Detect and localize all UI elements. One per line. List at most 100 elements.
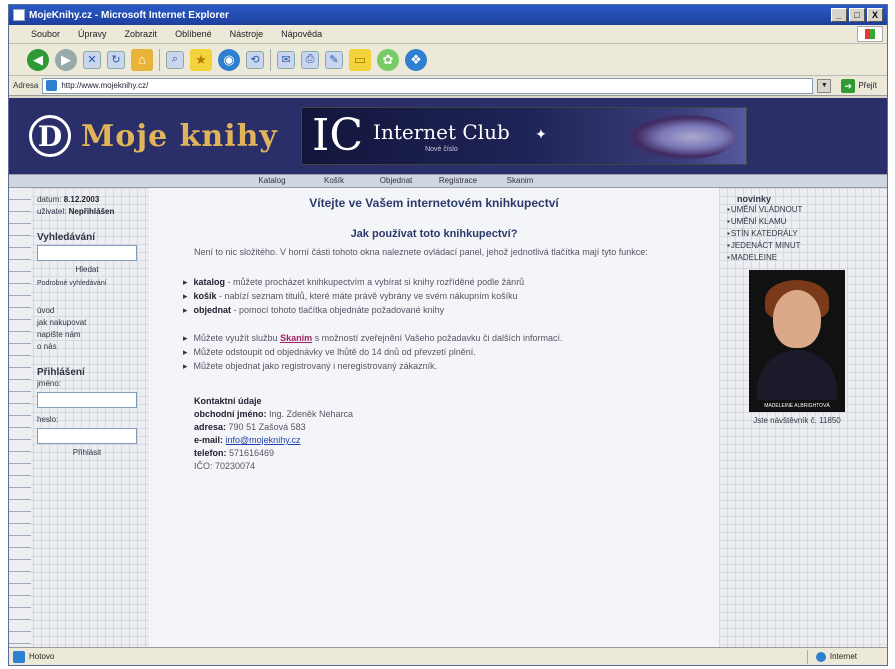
link-uvod[interactable]: úvod [37,305,145,317]
sidebar-stripe [9,188,31,647]
login-password-label: heslo: [37,415,59,424]
login-heading: Přihlášení [37,367,85,378]
company-label: obchodní jméno: [194,409,267,419]
ad-subtitle: Nové číslo [425,145,458,153]
book-link[interactable]: MADELEINE [727,252,883,264]
messenger-icon[interactable]: ✿ [377,48,399,71]
site-banner: D Moje knihy IC Internet Club Nové číslo… [9,98,887,174]
menu-edit[interactable]: Úpravy [78,29,107,39]
email-label: e-mail: [194,435,224,445]
edit-icon[interactable]: ✎ [325,50,343,69]
go-button[interactable]: ➔ Přejít [835,78,883,93]
intro-text: Není to nic složitého. V horní části toh… [194,247,648,257]
function-key: objednat [193,305,232,315]
zone-label: Internet [829,652,857,661]
info-list: Můžete využít službu Skanim s možností z… [183,331,719,373]
address-bar: Adresa http://www.mojeknihy.cz/ ▼ ➔ Přej… [9,76,887,96]
book-link[interactable]: UMĚNÍ KLAMU [727,216,883,228]
user-label: uživatel: [37,207,67,216]
search-icon[interactable]: ⌕ [166,50,184,69]
maximize-button[interactable]: □ [849,8,865,22]
address-label: Adresa [13,81,39,90]
visitor-counter: Jste návštěvník č. 11850 [753,416,841,425]
folder-icon[interactable]: ▭ [349,48,371,71]
book-link[interactable]: STÍN KATEDRÁLY [727,228,883,240]
list-item: Můžete odstoupit od objednávky ve lhůtě … [183,345,719,359]
nav-skanim[interactable]: Skanim [489,175,551,187]
news-heading: novinky [737,194,772,204]
portrait-face [773,290,821,348]
sparkle-icon: ✦ [535,126,547,142]
link-napiste-nam[interactable]: napište nám [37,329,145,341]
ie-app-icon [13,9,25,21]
history-icon[interactable]: ⟲ [246,50,264,69]
login-password-input[interactable] [37,428,137,444]
refresh-icon[interactable]: ↻ [107,50,125,69]
close-button[interactable]: X [867,8,883,22]
site-logo-icon[interactable]: D [29,115,71,157]
minimize-button[interactable]: _ [831,8,847,22]
function-list: katalog - můžete procházet knihkupectvím… [183,275,719,317]
mail-icon[interactable]: ✉ [277,50,295,69]
media-icon[interactable]: ◉ [218,48,240,71]
menu-favorites[interactable]: Oblíbené [175,29,212,39]
ico-value: 70230074 [215,461,256,471]
forward-icon[interactable]: ▶ [55,48,77,71]
go-arrow-icon: ➔ [841,78,856,93]
ad-title: Internet Club [373,119,510,144]
portrait-body [757,350,837,400]
back-icon[interactable]: ◀ [27,48,49,71]
user-value: Nepřihlášen [68,207,115,216]
book-link[interactable]: UMĚNÍ VLÁDNOUT [727,204,883,216]
menu-tools[interactable]: Nástroje [230,29,264,39]
favorites-icon[interactable]: ★ [190,48,212,71]
browser-window: MojeKnihy.cz - Microsoft Internet Explor… [8,4,888,666]
status-text: Hotovo [29,652,55,661]
nav-katalog[interactable]: Katalog [241,175,303,187]
menu-help[interactable]: Nápověda [281,29,322,39]
security-zone: Internet [806,649,887,664]
list-item: objednat - pomocí tohoto tlačítka objedn… [183,303,719,317]
login-button[interactable]: Přihlásit [37,448,137,457]
menu-file[interactable]: Soubor [31,29,60,39]
research-icon[interactable]: ❖ [405,48,427,71]
nav-objednat[interactable]: Objednat [365,175,427,187]
status-page-icon [13,650,25,663]
book-cover-image[interactable]: MADELEINE ALBRIGHTOVÁ [749,270,845,412]
search-input[interactable] [37,245,137,261]
main-content: Vítejte ve Vašem internetovém knihkupect… [149,188,719,647]
stop-icon[interactable]: ✕ [83,50,101,69]
login-name-input[interactable] [37,392,137,408]
nav-kosik[interactable]: Košík [303,175,365,187]
address-dropdown-icon[interactable]: ▼ [817,78,832,93]
link-o-nas[interactable]: o nás [37,341,145,353]
address-input[interactable]: http://www.mojeknihy.cz/ [42,77,814,94]
email-link[interactable]: info@mojeknihy.cz [226,435,301,445]
function-key: košík [193,291,217,301]
date-value: 8.12.2003 [63,195,100,204]
ad-globe-art [626,114,736,160]
advanced-search-link[interactable]: Podrobné vyhledávání [37,280,145,287]
search-button[interactable]: Hledat [37,265,137,274]
skanim-link[interactable]: Skanim [280,333,312,343]
book-link[interactable]: JEDENÁCT MINUT [727,240,883,252]
print-icon[interactable]: ⎙ [301,50,319,69]
login-name-label: jméno: [37,379,62,388]
internet-club-ad[interactable]: IC Internet Club Nové číslo ✦ [301,107,747,165]
nav-registrace[interactable]: Registrace [427,175,489,187]
address-label: adresa: [194,422,227,432]
link-jak-nakupovat[interactable]: jak nakupovat [37,317,145,329]
info-text: Můžete využít službu [193,333,281,343]
function-text: - můžete procházet knihkupectvím a vybír… [225,277,525,287]
address-url: http://www.mojeknihy.cz/ [61,81,149,90]
list-item: Můžete využít službu Skanim s možností z… [183,331,719,345]
date-label: datum: [37,195,62,204]
go-label: Přejít [858,81,877,90]
menu-view[interactable]: Zobrazit [125,29,158,39]
list-item: Můžete objednat jako registrovaný i nere… [183,359,719,373]
home-icon[interactable]: ⌂ [131,48,153,71]
site-name[interactable]: Moje knihy [81,119,278,154]
contact-heading: Kontaktní údaje [194,396,262,406]
company-value: Ing. Zdeněk Neharca [269,409,354,419]
search-heading: Vyhledávání [37,232,95,243]
